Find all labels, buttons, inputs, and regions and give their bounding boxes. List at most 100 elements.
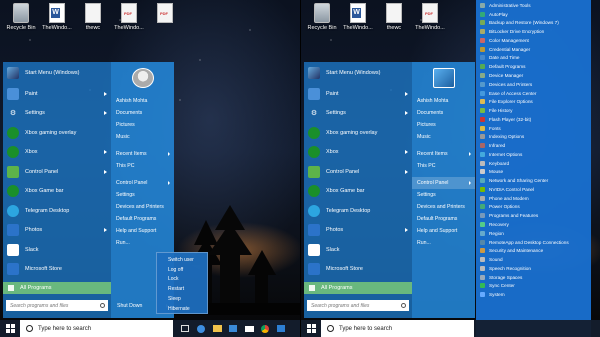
chevron-right-icon[interactable] (405, 169, 408, 174)
chevron-right-icon[interactable] (104, 111, 107, 116)
control-panel-item[interactable]: Credential Manager (476, 45, 591, 54)
app-item[interactable]: Telegram Desktop (3, 201, 111, 221)
control-panel-item[interactable]: Power Options (476, 203, 591, 212)
chevron-right-icon[interactable] (104, 228, 107, 233)
start-menu-search-input[interactable]: Search programs and files (6, 300, 108, 311)
control-panel-item[interactable]: Date and Time (476, 54, 591, 63)
places-item[interactable]: Settings (111, 189, 174, 201)
taskbar-app-button[interactable] (225, 320, 241, 337)
places-item[interactable]: Devices and Printers (412, 201, 475, 213)
control-panel-item[interactable]: AutoPlay (476, 10, 591, 19)
all-programs-button[interactable]: All Programs (3, 282, 111, 294)
places-item[interactable]: Pictures (412, 119, 475, 131)
taskbar-app-button[interactable] (177, 320, 193, 337)
chevron-right-icon[interactable] (168, 152, 170, 156)
desktop-icon[interactable]: Recycle Bin (303, 3, 341, 31)
desktop-icon[interactable]: TheWindo... (110, 3, 148, 31)
places-item[interactable]: Music (412, 131, 475, 143)
control-panel-item[interactable]: Flash Player (32-bit) (476, 115, 591, 124)
control-panel-item[interactable]: Storage Spaces (476, 273, 591, 282)
app-item[interactable]: Microsoft Store (304, 260, 412, 280)
places-item[interactable]: Control Panel (412, 177, 475, 189)
control-panel-item[interactable]: BitLocker Drive Encryption (476, 27, 591, 36)
places-item[interactable]: Music (111, 131, 174, 143)
chevron-right-icon[interactable] (405, 111, 408, 116)
app-item[interactable]: ⚙ Settings (304, 104, 412, 124)
desktop-icon[interactable]: Recycle Bin (2, 3, 40, 31)
control-panel-item[interactable]: Backup and Restore (Windows 7) (476, 19, 591, 28)
control-panel-item[interactable]: Recovery (476, 220, 591, 229)
places-item[interactable]: Help and Support (111, 225, 174, 237)
chevron-right-icon[interactable] (104, 150, 107, 155)
taskbar-app-button[interactable] (209, 320, 225, 337)
desktop-icon[interactable]: TheWindo... (339, 3, 377, 31)
control-panel-item[interactable]: Region (476, 229, 591, 238)
avatar[interactable] (132, 68, 154, 88)
control-panel-item[interactable]: RemoteApp and Desktop Connections (476, 238, 591, 247)
places-item[interactable]: Pictures (111, 119, 174, 131)
app-item[interactable]: Xbox gaming overlay (3, 123, 111, 143)
app-item[interactable]: Telegram Desktop (304, 201, 412, 221)
control-panel-item[interactable]: Ease of Access Center (476, 89, 591, 98)
taskbar-app-button[interactable] (257, 320, 273, 337)
places-item[interactable]: Run... (412, 237, 475, 249)
control-panel-item[interactable]: Fonts (476, 124, 591, 133)
places-item[interactable]: This PC (412, 160, 475, 172)
taskbar-search-input[interactable]: Type here to search (20, 320, 173, 337)
app-item[interactable]: Paint (3, 84, 111, 104)
places-item[interactable]: Default Programs (412, 213, 475, 225)
taskbar-search-input[interactable]: Type here to search (321, 320, 474, 337)
places-item[interactable]: Help and Support (412, 225, 475, 237)
chevron-right-icon[interactable] (104, 91, 107, 96)
power-menu-item[interactable]: Sleep (157, 294, 207, 304)
places-item[interactable]: Default Programs (111, 213, 174, 225)
control-panel-item[interactable]: Sync Center (476, 282, 591, 291)
taskbar-app-button[interactable] (273, 320, 289, 337)
app-item[interactable]: Paint (304, 84, 412, 104)
places-item[interactable]: Run... (111, 237, 174, 249)
control-panel-item[interactable]: Device Manager (476, 71, 591, 80)
app-item[interactable]: Xbox Game bar (3, 182, 111, 202)
avatar[interactable] (433, 68, 455, 88)
desktop-icon[interactable] (146, 3, 184, 25)
app-item[interactable]: Slack (3, 240, 111, 260)
control-panel-item[interactable]: Internet Options (476, 150, 591, 159)
control-panel-item[interactable]: Indexing Options (476, 132, 591, 141)
start-menu-search-input[interactable]: Search programs and files (307, 300, 409, 311)
control-panel-item[interactable]: Programs and Features (476, 211, 591, 220)
app-item[interactable]: Xbox Game bar (304, 182, 412, 202)
control-panel-item[interactable]: Default Programs (476, 62, 591, 71)
places-item[interactable]: This PC (111, 160, 174, 172)
power-menu-item[interactable]: Restart (157, 284, 207, 294)
control-panel-item[interactable]: Infrared (476, 141, 591, 150)
power-menu-item[interactable]: Log off (157, 265, 207, 275)
chevron-right-icon[interactable] (469, 152, 471, 156)
app-item[interactable]: Photos (304, 221, 412, 241)
chevron-right-icon[interactable] (104, 169, 107, 174)
control-panel-item[interactable]: Security and Maintenance (476, 246, 591, 255)
desktop-icon[interactable]: TheWindo... (411, 3, 449, 31)
start-button[interactable] (0, 320, 20, 337)
power-menu-item[interactable]: Lock (157, 275, 207, 285)
chevron-right-icon[interactable] (405, 228, 408, 233)
control-panel-item[interactable]: Mouse (476, 168, 591, 177)
app-item[interactable]: Xbox (3, 143, 111, 163)
desktop-icon[interactable]: thewc (74, 3, 112, 31)
control-panel-item[interactable]: Color Management (476, 36, 591, 45)
places-item[interactable]: Recent Items (412, 148, 475, 160)
app-item[interactable]: Xbox (304, 143, 412, 163)
app-item[interactable]: Control Panel (304, 162, 412, 182)
chevron-right-icon[interactable] (168, 181, 170, 185)
places-item[interactable]: Settings (412, 189, 475, 201)
control-panel-item[interactable]: System (476, 290, 591, 299)
chevron-right-icon[interactable] (405, 150, 408, 155)
control-panel-item[interactable]: Devices and Printers (476, 80, 591, 89)
control-panel-item[interactable]: Speech Recognition (476, 264, 591, 273)
desktop-icon[interactable]: thewc (375, 3, 413, 31)
places-item[interactable]: Devices and Printers (111, 201, 174, 213)
control-panel-item[interactable]: NVIDIA Control Panel (476, 185, 591, 194)
chevron-right-icon[interactable] (405, 91, 408, 96)
start-button[interactable] (301, 320, 321, 337)
app-item[interactable]: Xbox gaming overlay (304, 123, 412, 143)
app-item[interactable]: Control Panel (3, 162, 111, 182)
